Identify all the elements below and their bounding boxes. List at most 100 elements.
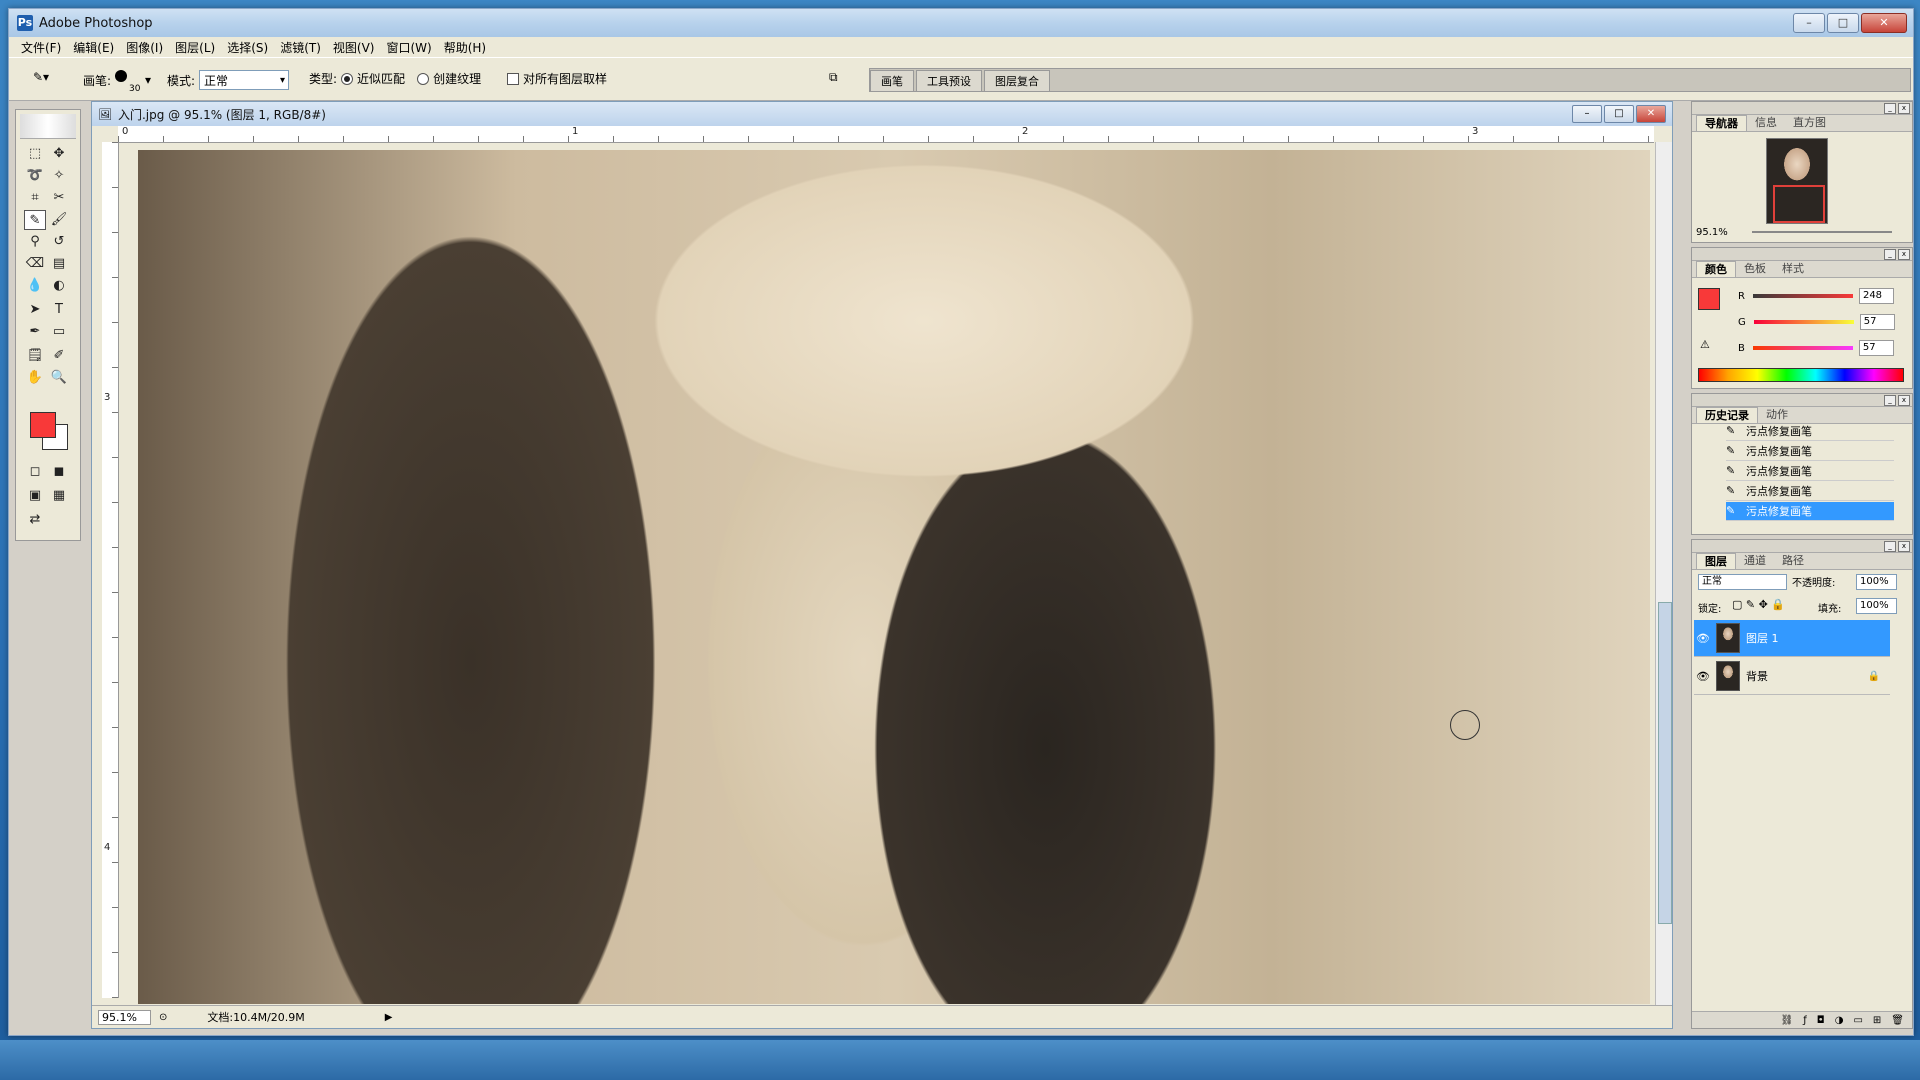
status-info-icon[interactable]: ⊙ (159, 1012, 167, 1023)
blur-tool-icon[interactable]: 💧 (24, 276, 46, 296)
screen-mode-icon[interactable]: ▣ (24, 486, 46, 506)
menu-edit[interactable]: 编辑(E) (67, 39, 120, 56)
move-tool-icon[interactable]: ✥ (48, 144, 70, 164)
panel-minimize-icon[interactable]: _ (1884, 541, 1896, 552)
tab-layers[interactable]: 图层 (1696, 553, 1736, 569)
menu-filter[interactable]: 滤镜(T) (274, 39, 327, 56)
panel-close-icon[interactable]: x (1898, 249, 1910, 260)
menu-image[interactable]: 图像(I) (120, 39, 169, 56)
gradient-tool-icon[interactable]: ▤ (48, 254, 70, 274)
tab-color[interactable]: 颜色 (1696, 261, 1736, 277)
trash-icon[interactable]: 🗑 (1891, 1015, 1904, 1026)
foreground-color-swatch[interactable] (30, 412, 56, 438)
pen-tool-icon[interactable]: ✒ (24, 322, 46, 342)
image-canvas[interactable] (138, 150, 1650, 1004)
marquee-tool-icon[interactable]: ⬚ (24, 144, 46, 164)
tab-navigator[interactable]: 导航器 (1696, 115, 1747, 131)
opacity-field[interactable]: 100% (1856, 574, 1897, 590)
brush-tool-icon[interactable]: 🖌 (48, 210, 70, 230)
panel-minimize-icon[interactable]: _ (1884, 395, 1896, 406)
r-value[interactable]: 248 (1858, 288, 1894, 304)
slice-tool-icon[interactable]: ✂ (48, 188, 70, 208)
minimize-button[interactable]: – (1793, 13, 1825, 33)
close-button[interactable]: ✕ (1861, 13, 1907, 33)
panel-minimize-icon[interactable]: _ (1884, 103, 1896, 114)
jump-to-imageready-icon[interactable]: ⇄ (24, 510, 46, 530)
tab-swatches[interactable]: 色板 (1736, 261, 1774, 277)
create-texture-radio[interactable] (417, 72, 430, 85)
g-slider[interactable] (1753, 320, 1854, 324)
well-tab-layer-comps[interactable]: 图层复合 (984, 70, 1050, 91)
menu-window[interactable]: 窗口(W) (380, 39, 437, 56)
scrollbar-thumb[interactable] (1658, 602, 1672, 924)
sample-all-layers-checkbox[interactable] (507, 72, 519, 85)
eyedropper-icon[interactable]: ✐ (48, 346, 70, 366)
mode-select[interactable]: 正常 (199, 70, 290, 90)
tab-history[interactable]: 历史记录 (1696, 407, 1758, 423)
eraser-tool-icon[interactable]: ⌫ (24, 254, 46, 274)
panel-close-icon[interactable]: x (1898, 395, 1910, 406)
panel-minimize-icon[interactable]: _ (1884, 249, 1896, 260)
tab-info[interactable]: 信息 (1747, 115, 1785, 131)
dodge-tool-icon[interactable]: ◐ (48, 276, 70, 296)
doc-close-button[interactable]: ✕ (1636, 105, 1666, 123)
history-item[interactable]: ✎ 污点修复画笔 (1726, 422, 1894, 441)
fill-field[interactable]: 100% (1856, 598, 1897, 614)
doc-minimize-button[interactable]: – (1572, 105, 1602, 123)
tab-channels[interactable]: 通道 (1736, 553, 1774, 569)
crop-tool-icon[interactable]: ⌗ (24, 188, 46, 208)
clone-stamp-icon[interactable]: ⚲ (24, 232, 46, 252)
history-item[interactable]: ✎ 污点修复画笔 (1726, 442, 1894, 461)
fullscreen-mode-icon[interactable]: ▦ (48, 486, 70, 506)
eye-icon[interactable]: 👁 (1696, 670, 1710, 683)
layer-row-background[interactable]: 👁 背景 🔒 (1694, 658, 1890, 695)
link-icon[interactable]: ⛓ (1781, 1015, 1794, 1026)
tab-styles[interactable]: 样式 (1774, 261, 1812, 277)
menu-select[interactable]: 选择(S) (221, 39, 274, 56)
shape-tool-icon[interactable]: ▭ (48, 322, 70, 342)
adjustment-icon[interactable]: ◑ (1835, 1015, 1844, 1026)
menu-layer[interactable]: 图层(L) (169, 39, 221, 56)
tab-actions[interactable]: 动作 (1758, 407, 1796, 423)
b-value[interactable]: 57 (1858, 340, 1894, 356)
notes-tool-icon[interactable]: 🗒 (24, 346, 46, 366)
new-group-icon[interactable]: ▭ (1853, 1015, 1862, 1026)
history-item[interactable]: ✎ 污点修复画笔 (1726, 482, 1894, 501)
history-item-selected[interactable]: ✎ 污点修复画笔 (1726, 502, 1894, 521)
tab-histogram[interactable]: 直方图 (1785, 115, 1834, 131)
magic-wand-icon[interactable]: ✧ (48, 166, 70, 186)
panel-close-icon[interactable]: x (1898, 541, 1910, 552)
menu-view[interactable]: 视图(V) (327, 39, 381, 56)
history-item[interactable]: ✎ 污点修复画笔 (1726, 462, 1894, 481)
menu-help[interactable]: 帮助(H) (438, 39, 492, 56)
g-value[interactable]: 57 (1859, 314, 1895, 330)
mask-icon[interactable]: ◘ (1817, 1015, 1825, 1026)
palette-toggle-button[interactable]: ⧉ (829, 70, 838, 85)
color-spectrum[interactable] (1698, 368, 1904, 382)
eye-icon[interactable]: 👁 (1696, 632, 1710, 645)
hand-tool-icon[interactable]: ✋ (24, 368, 46, 388)
doc-maximize-button[interactable]: □ (1604, 105, 1634, 123)
navigator-zoom[interactable]: 95.1% (1696, 227, 1728, 238)
text-tool-icon[interactable]: T (48, 300, 70, 320)
quick-mask-icon[interactable]: ◼ (48, 462, 70, 482)
maximize-button[interactable]: □ (1827, 13, 1859, 33)
healing-brush-tool-icon[interactable]: ✎ (24, 210, 46, 230)
path-select-icon[interactable]: ➤ (24, 300, 46, 320)
standard-mode-icon[interactable]: ◻ (24, 462, 46, 482)
tool-preset-picker[interactable]: ✎▾ (33, 70, 49, 84)
blend-mode-select[interactable]: 正常 (1698, 574, 1787, 590)
navigator-thumbnail[interactable] (1766, 138, 1828, 224)
proximity-match-radio[interactable] (341, 72, 354, 85)
lock-icons[interactable]: ▢ ✎ ✥ 🔒 (1732, 598, 1785, 611)
panel-close-icon[interactable]: x (1898, 103, 1910, 114)
r-slider[interactable] (1752, 294, 1853, 298)
brush-picker[interactable]: 画笔: 30 ▾ (83, 70, 151, 94)
b-slider[interactable] (1752, 346, 1853, 350)
zoom-tool-icon[interactable]: 🔍 (48, 368, 70, 388)
layer-style-icon[interactable]: ƒ (1803, 1015, 1807, 1026)
new-layer-icon[interactable]: ⊞ (1873, 1015, 1881, 1026)
status-menu-arrow-icon[interactable]: ▶ (385, 1012, 393, 1023)
vertical-scrollbar[interactable] (1655, 142, 1672, 1006)
gamut-warning-icon[interactable]: ⚠ (1700, 338, 1710, 351)
